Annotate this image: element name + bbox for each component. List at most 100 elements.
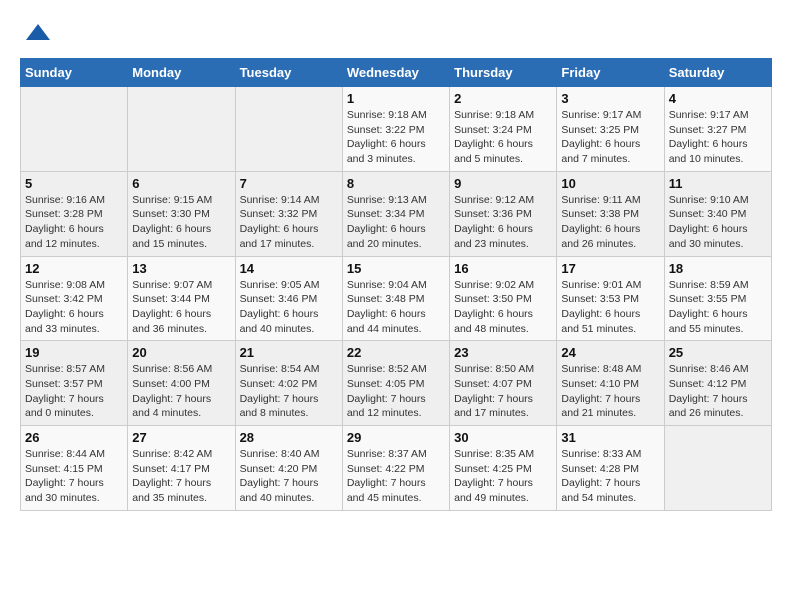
calendar-cell [235,87,342,172]
calendar-cell: 28 Sunrise: 8:40 AM Sunset: 4:20 PM Dayli… [235,426,342,511]
day-info: Sunrise: 9:18 AM Sunset: 3:22 PM Dayligh… [347,108,445,167]
day-info: Sunrise: 8:46 AM Sunset: 4:12 PM Dayligh… [669,362,767,421]
calendar-cell: 30 Sunrise: 8:35 AM Sunset: 4:25 PM Dayli… [450,426,557,511]
day-number: 5 [25,176,123,191]
weekday-header-wednesday: Wednesday [342,59,449,87]
calendar-cell: 20 Sunrise: 8:56 AM Sunset: 4:00 PM Dayli… [128,341,235,426]
day-number: 24 [561,345,659,360]
day-number: 26 [25,430,123,445]
day-info: Sunrise: 9:13 AM Sunset: 3:34 PM Dayligh… [347,193,445,252]
day-info: Sunrise: 9:16 AM Sunset: 3:28 PM Dayligh… [25,193,123,252]
calendar-cell: 2 Sunrise: 9:18 AM Sunset: 3:24 PM Daylig… [450,87,557,172]
calendar-cell: 19 Sunrise: 8:57 AM Sunset: 3:57 PM Dayli… [21,341,128,426]
calendar-cell: 25 Sunrise: 8:46 AM Sunset: 4:12 PM Dayli… [664,341,771,426]
calendar-table: SundayMondayTuesdayWednesdayThursdayFrid… [20,58,772,511]
calendar-cell: 29Sunrise: 8:37 AM Sunset: 4:22 PM Dayli… [342,426,449,511]
day-number: 7 [240,176,338,191]
calendar-cell: 13 Sunrise: 9:07 AM Sunset: 3:44 PM Dayli… [128,256,235,341]
calendar-cell [21,87,128,172]
calendar-cell: 26 Sunrise: 8:44 AM Sunset: 4:15 PM Dayli… [21,426,128,511]
calendar-cell: 15 Sunrise: 9:04 AM Sunset: 3:48 PM Dayli… [342,256,449,341]
week-row-0: 1Sunrise: 9:18 AM Sunset: 3:22 PM Daylig… [21,87,772,172]
day-info: Sunrise: 8:59 AM Sunset: 3:55 PM Dayligh… [669,278,767,337]
day-number: 18 [669,261,767,276]
page-header [20,20,772,48]
calendar-cell: 22Sunrise: 8:52 AM Sunset: 4:05 PM Dayli… [342,341,449,426]
day-info: Sunrise: 9:04 AM Sunset: 3:48 PM Dayligh… [347,278,445,337]
day-number: 10 [561,176,659,191]
calendar-cell: 16 Sunrise: 9:02 AM Sunset: 3:50 PM Dayli… [450,256,557,341]
day-info: Sunrise: 9:02 AM Sunset: 3:50 PM Dayligh… [454,278,552,337]
day-number: 23 [454,345,552,360]
calendar-cell: 6 Sunrise: 9:15 AM Sunset: 3:30 PM Daylig… [128,171,235,256]
day-number: 14 [240,261,338,276]
day-number: 28 [240,430,338,445]
day-number: 20 [132,345,230,360]
calendar-cell: 11Sunrise: 9:10 AM Sunset: 3:40 PM Dayli… [664,171,771,256]
day-number: 16 [454,261,552,276]
day-number: 3 [561,91,659,106]
day-info: Sunrise: 9:01 AM Sunset: 3:53 PM Dayligh… [561,278,659,337]
weekday-header-thursday: Thursday [450,59,557,87]
day-info: Sunrise: 8:54 AM Sunset: 4:02 PM Dayligh… [240,362,338,421]
week-row-4: 26 Sunrise: 8:44 AM Sunset: 4:15 PM Dayli… [21,426,772,511]
day-number: 25 [669,345,767,360]
day-info: Sunrise: 9:15 AM Sunset: 3:30 PM Dayligh… [132,193,230,252]
calendar-cell: 3Sunrise: 9:17 AM Sunset: 3:25 PM Daylig… [557,87,664,172]
calendar-cell: 31 Sunrise: 8:33 AM Sunset: 4:28 PM Dayli… [557,426,664,511]
day-number: 8 [347,176,445,191]
calendar-cell: 5 Sunrise: 9:16 AM Sunset: 3:28 PM Daylig… [21,171,128,256]
day-number: 11 [669,176,767,191]
calendar-cell: 24Sunrise: 8:48 AM Sunset: 4:10 PM Dayli… [557,341,664,426]
day-info: Sunrise: 9:12 AM Sunset: 3:36 PM Dayligh… [454,193,552,252]
calendar-cell: 14 Sunrise: 9:05 AM Sunset: 3:46 PM Dayli… [235,256,342,341]
day-info: Sunrise: 8:42 AM Sunset: 4:17 PM Dayligh… [132,447,230,506]
weekday-header-saturday: Saturday [664,59,771,87]
day-number: 27 [132,430,230,445]
day-info: Sunrise: 9:14 AM Sunset: 3:32 PM Dayligh… [240,193,338,252]
day-info: Sunrise: 8:33 AM Sunset: 4:28 PM Dayligh… [561,447,659,506]
week-row-1: 5 Sunrise: 9:16 AM Sunset: 3:28 PM Daylig… [21,171,772,256]
day-number: 19 [25,345,123,360]
calendar-cell: 27 Sunrise: 8:42 AM Sunset: 4:17 PM Dayli… [128,426,235,511]
day-info: Sunrise: 8:44 AM Sunset: 4:15 PM Dayligh… [25,447,123,506]
weekday-header-monday: Monday [128,59,235,87]
day-number: 15 [347,261,445,276]
calendar-cell: 10Sunrise: 9:11 AM Sunset: 3:38 PM Dayli… [557,171,664,256]
day-info: Sunrise: 9:18 AM Sunset: 3:24 PM Dayligh… [454,108,552,167]
day-number: 21 [240,345,338,360]
day-info: Sunrise: 8:52 AM Sunset: 4:05 PM Dayligh… [347,362,445,421]
day-info: Sunrise: 8:35 AM Sunset: 4:25 PM Dayligh… [454,447,552,506]
day-number: 2 [454,91,552,106]
day-info: Sunrise: 8:56 AM Sunset: 4:00 PM Dayligh… [132,362,230,421]
calendar-cell: 8 Sunrise: 9:13 AM Sunset: 3:34 PM Daylig… [342,171,449,256]
day-number: 29 [347,430,445,445]
weekday-header-sunday: Sunday [21,59,128,87]
day-number: 30 [454,430,552,445]
day-info: Sunrise: 9:17 AM Sunset: 3:27 PM Dayligh… [669,108,767,167]
weekday-header-tuesday: Tuesday [235,59,342,87]
day-number: 4 [669,91,767,106]
calendar-cell: 17 Sunrise: 9:01 AM Sunset: 3:53 PM Dayli… [557,256,664,341]
day-number: 17 [561,261,659,276]
logo [20,20,52,48]
calendar-cell: 23 Sunrise: 8:50 AM Sunset: 4:07 PM Dayli… [450,341,557,426]
week-row-2: 12Sunrise: 9:08 AM Sunset: 3:42 PM Dayli… [21,256,772,341]
day-number: 13 [132,261,230,276]
day-info: Sunrise: 9:07 AM Sunset: 3:44 PM Dayligh… [132,278,230,337]
calendar-cell: 18 Sunrise: 8:59 AM Sunset: 3:55 PM Dayli… [664,256,771,341]
calendar-cell: 7 Sunrise: 9:14 AM Sunset: 3:32 PM Daylig… [235,171,342,256]
calendar-cell: 12Sunrise: 9:08 AM Sunset: 3:42 PM Dayli… [21,256,128,341]
calendar-cell [664,426,771,511]
day-number: 9 [454,176,552,191]
day-info: Sunrise: 8:57 AM Sunset: 3:57 PM Dayligh… [25,362,123,421]
day-info: Sunrise: 8:40 AM Sunset: 4:20 PM Dayligh… [240,447,338,506]
day-number: 31 [561,430,659,445]
day-info: Sunrise: 8:50 AM Sunset: 4:07 PM Dayligh… [454,362,552,421]
calendar-cell: 9 Sunrise: 9:12 AM Sunset: 3:36 PM Daylig… [450,171,557,256]
weekday-header-friday: Friday [557,59,664,87]
calendar-cell [128,87,235,172]
day-info: Sunrise: 9:05 AM Sunset: 3:46 PM Dayligh… [240,278,338,337]
day-info: Sunrise: 9:08 AM Sunset: 3:42 PM Dayligh… [25,278,123,337]
day-number: 6 [132,176,230,191]
